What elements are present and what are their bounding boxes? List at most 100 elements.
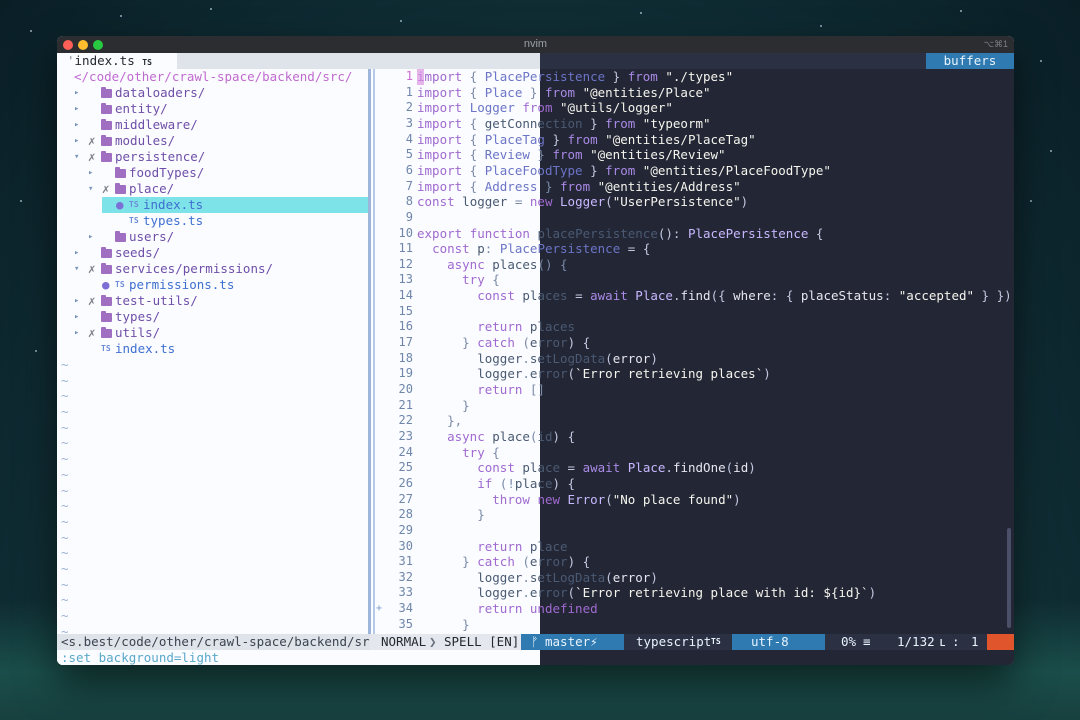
line-number-icon: ʟ — [939, 634, 947, 649]
folder-icon — [101, 327, 112, 338]
chevron-right-icon: ▸ — [74, 328, 80, 338]
folder-icon — [101, 119, 112, 130]
line-number: 13 — [398, 272, 413, 286]
chevron-right-icon: ▸ — [74, 120, 80, 130]
git-branch: master⚡ — [545, 634, 598, 649]
chevron-down-icon: ▾ — [88, 184, 94, 194]
empty-line-marker: ~ — [61, 514, 69, 529]
code-line: logger.setLogData(error) — [477, 351, 658, 366]
empty-line-marker: ~ — [61, 404, 69, 419]
tree-label: types.ts — [143, 213, 204, 228]
tab-index-ts[interactable]: 'index.ts TS — [63, 53, 156, 69]
chevron-down-icon: ▾ — [74, 264, 80, 274]
code-line: } — [417, 617, 470, 632]
empty-line-marker: ~ — [61, 577, 69, 592]
code-line: logger.setLogData(error) — [477, 570, 658, 585]
line-number: 11 — [398, 241, 413, 255]
statusline: <s.best/code/other/crawl-space/backend/s… — [57, 634, 1014, 650]
filetype: typescript — [636, 634, 712, 649]
line-number: 17 — [398, 335, 413, 349]
line-number: 12 — [398, 257, 413, 271]
code-line: async places() { — [447, 257, 568, 272]
line-number: 20 — [398, 382, 413, 396]
empty-line-marker: ~ — [61, 467, 69, 482]
mode-separator: ❯ — [429, 634, 437, 649]
empty-line-marker: ~ — [61, 388, 69, 403]
line-number: 6 — [405, 163, 413, 177]
code-line: try { — [462, 272, 500, 287]
command-text: :set background=light — [61, 650, 220, 665]
line-number: 29 — [398, 523, 413, 537]
close-button[interactable] — [63, 40, 73, 50]
typescript-icon: TS — [115, 280, 125, 289]
tree-label: test-utils/ — [115, 293, 198, 308]
code-line: return [] — [477, 382, 545, 397]
line-number: 3 — [405, 116, 413, 130]
tree-label: utils/ — [115, 325, 161, 340]
line-number: 27 — [398, 492, 413, 506]
minimize-button[interactable] — [78, 40, 88, 50]
git-status-icon: ✗ — [88, 293, 96, 308]
line-number: 14 — [398, 288, 413, 302]
tree-label: index.ts — [143, 197, 204, 212]
folder-icon — [101, 263, 112, 274]
tree-label: entity/ — [115, 101, 168, 116]
git-status-icon: ✗ — [88, 149, 96, 164]
code-line: }, — [417, 413, 463, 428]
line-number: 9 — [405, 210, 413, 224]
typescript-icon: TS — [142, 58, 152, 67]
modified-mark: ' — [67, 53, 75, 68]
line-number: 5 — [405, 147, 413, 161]
line-number: 21 — [398, 398, 413, 412]
tree-label: middleware/ — [115, 117, 198, 132]
chevron-down-icon: ▾ — [74, 152, 80, 162]
window-separator — [368, 69, 371, 634]
line-number: 33 — [398, 585, 413, 599]
folder-icon — [101, 295, 112, 306]
tabline: 'index.ts TS buffers — [57, 53, 1014, 69]
line-number: 19 — [398, 366, 413, 380]
chevron-right-icon: ▸ — [74, 88, 80, 98]
line-number: 25 — [398, 460, 413, 474]
buffers-indicator[interactable]: buffers — [926, 53, 1014, 69]
line-number: 31 — [398, 554, 413, 568]
code-line: try { — [462, 445, 500, 460]
chevron-right-icon: ▸ — [74, 312, 80, 322]
command-line[interactable]: :set background=light — [57, 650, 1014, 665]
typescript-icon: TS — [101, 344, 111, 353]
code-line: async place(id) { — [447, 429, 576, 444]
tree-label: modules/ — [115, 133, 176, 148]
line-number: 18 — [398, 351, 413, 365]
nvim-window: nvim ⌥⌘1 'index.ts TS buffers </code/oth… — [57, 36, 1014, 665]
tree-root-path: </code/other/crawl-space/backend/src/ — [74, 69, 353, 84]
zoom-button[interactable] — [93, 40, 103, 50]
folder-icon — [101, 135, 112, 146]
tree-label: index.ts — [115, 341, 176, 356]
folder-icon — [115, 167, 126, 178]
window-shortcut: ⌥⌘1 — [983, 39, 1008, 49]
window-title: nvim — [523, 38, 548, 50]
line-number: 7 — [405, 179, 413, 193]
warning-indicator — [987, 634, 1014, 650]
empty-line-marker: ~ — [61, 357, 69, 372]
folder-icon — [101, 311, 112, 322]
empty-line-marker: ~ — [61, 373, 69, 388]
code-line: const p: PlacePersistence = { — [432, 241, 651, 256]
vim-content: 'index.ts TS buffers </code/other/crawl-… — [57, 53, 1014, 665]
code-line: import { Review } from "@entities/Review… — [417, 147, 726, 162]
code-line: throw new Error("No place found") — [492, 492, 741, 507]
tree-label: place/ — [129, 181, 175, 196]
chevron-right-icon: ▸ — [74, 248, 80, 258]
chevron-right-icon: ▸ — [74, 104, 80, 114]
code-line: } catch (error) { — [417, 554, 591, 569]
scrollbar[interactable] — [1007, 528, 1011, 628]
line-number: 8 — [405, 194, 413, 208]
code-line: import Logger from "@utils/logger" — [417, 100, 673, 115]
code-line: logger.error(`Error retrieving places`) — [477, 366, 771, 381]
line-number: 23 — [398, 429, 413, 443]
scroll-percent: 0% — [841, 634, 857, 649]
folder-icon — [101, 151, 112, 162]
tree-label: types/ — [115, 309, 161, 324]
spell-indicator: SPELL [EN] — [444, 634, 520, 649]
folder-icon — [101, 103, 112, 114]
